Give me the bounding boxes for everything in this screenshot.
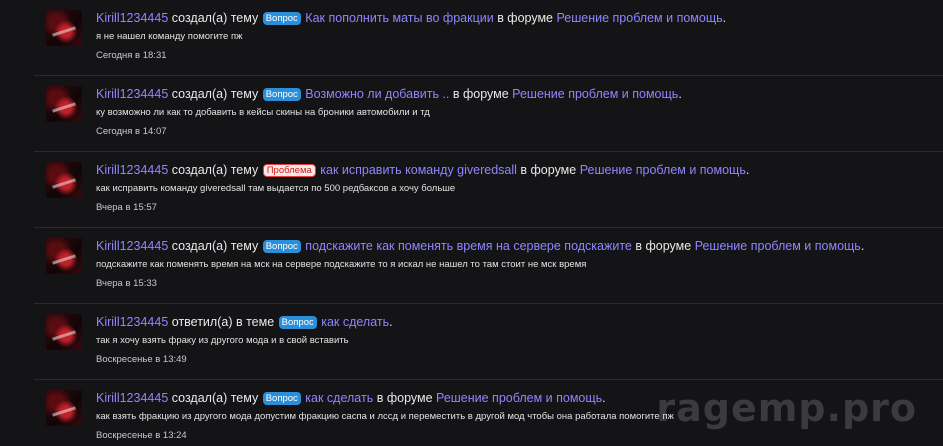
item-content: Kirill1234445 создал(а) тему Проблема ка… (96, 162, 943, 215)
timestamp[interactable]: Сегодня в 18:31 (96, 49, 943, 63)
prefix-badge[interactable]: Вопрос (262, 240, 301, 253)
post-snippet: так я хочу взять фраку из другого мода и… (96, 335, 349, 346)
username-link[interactable]: Kirill1234445 (96, 239, 168, 253)
list-item: Kirill1234445 создал(а) тему Вопрос подс… (34, 228, 943, 304)
avatar[interactable] (46, 10, 82, 46)
topic-link[interactable]: Возможно ли добавить .. (305, 87, 449, 101)
in-forum-text: в форуме (452, 87, 509, 101)
username-link[interactable]: Kirill1234445 (96, 391, 168, 405)
timestamp[interactable]: Воскресенье в 13:24 (96, 429, 943, 443)
prefix-badge[interactable]: Вопрос (262, 392, 301, 405)
username-link[interactable]: Kirill1234445 (96, 87, 168, 101)
timestamp[interactable]: Сегодня в 14:07 (96, 125, 943, 139)
action-text: создал(а) тему (171, 11, 259, 25)
avatar[interactable] (46, 162, 82, 198)
post-snippet: подскажите как поменять время на мск на … (96, 259, 587, 270)
item-headline: Kirill1234445 создал(а) тему Проблема ка… (96, 163, 750, 177)
item-content: Kirill1234445 создал(а) тему Вопрос подс… (96, 238, 943, 291)
in-forum-text: в форуме (497, 11, 554, 25)
item-headline: Kirill1234445 создал(а) тему Вопрос Возм… (96, 87, 682, 101)
avatar[interactable] (46, 238, 82, 274)
forum-link[interactable]: Решение проблем и помощь (557, 11, 723, 25)
topic-link[interactable]: подскажите как поменять время на сервере… (305, 239, 632, 253)
timestamp[interactable]: Воскресенье в 13:49 (96, 353, 943, 367)
post-snippet: я не нашел команду помогите пж (96, 31, 243, 42)
topic-link[interactable]: Как пополнить маты во фракции (305, 11, 493, 25)
action-text: создал(а) тему (171, 163, 259, 177)
post-snippet: ку возможно ли как то добавить в кейсы с… (96, 107, 430, 118)
prefix-badge[interactable]: Проблема (262, 164, 316, 177)
item-content: Kirill1234445 создал(а) тему Вопрос Возм… (96, 86, 943, 139)
in-forum-text: в форуме (520, 163, 577, 177)
avatar[interactable] (46, 314, 82, 350)
prefix-badge[interactable]: Вопрос (262, 88, 301, 101)
in-forum-text: в форуме (376, 391, 433, 405)
activity-feed: Kirill1234445 создал(а) тему Вопрос Как … (34, 0, 943, 446)
avatar[interactable] (46, 86, 82, 122)
item-headline: Kirill1234445 создал(а) тему Вопрос Как … (96, 11, 727, 25)
forum-link[interactable]: Решение проблем и помощь (695, 239, 861, 253)
list-item: Kirill1234445 создал(а) тему Вопрос Как … (34, 0, 943, 76)
watermark-logo: ragemp.pro (656, 386, 917, 430)
list-item: Kirill1234445 ответил(а) в теме Вопрос к… (34, 304, 943, 380)
topic-link[interactable]: как сделать (305, 391, 373, 405)
post-snippet: как исправить команду giveredsall там вы… (96, 183, 456, 194)
forum-link[interactable]: Решение проблем и помощь (580, 163, 746, 177)
item-content: Kirill1234445 создал(а) тему Вопрос Как … (96, 10, 943, 63)
timestamp[interactable]: Вчера в 15:33 (96, 277, 943, 291)
username-link[interactable]: Kirill1234445 (96, 163, 168, 177)
item-headline: Kirill1234445 создал(а) тему Вопрос подс… (96, 239, 865, 253)
username-link[interactable]: Kirill1234445 (96, 315, 168, 329)
forum-link[interactable]: Решение проблем и помощь (436, 391, 602, 405)
action-text: создал(а) тему (171, 87, 259, 101)
username-link[interactable]: Kirill1234445 (96, 11, 168, 25)
item-content: Kirill1234445 ответил(а) в теме Вопрос к… (96, 314, 943, 367)
topic-link[interactable]: как сделать (321, 315, 389, 329)
action-text: создал(а) тему (171, 391, 259, 405)
timestamp[interactable]: Вчера в 15:57 (96, 201, 943, 215)
prefix-badge[interactable]: Вопрос (262, 12, 301, 25)
forum-link[interactable]: Решение проблем и помощь (512, 87, 678, 101)
list-item: Kirill1234445 создал(а) тему Проблема ка… (34, 152, 943, 228)
prefix-badge[interactable]: Вопрос (278, 316, 317, 329)
in-forum-text: в форуме (635, 239, 692, 253)
topic-link[interactable]: как исправить команду giveredsall (320, 163, 517, 177)
list-item: Kirill1234445 создал(а) тему Вопрос Возм… (34, 76, 943, 152)
item-headline: Kirill1234445 ответил(а) в теме Вопрос к… (96, 315, 393, 329)
action-text: ответил(а) в теме (171, 315, 275, 329)
action-text: создал(а) тему (171, 239, 259, 253)
avatar[interactable] (46, 390, 82, 426)
